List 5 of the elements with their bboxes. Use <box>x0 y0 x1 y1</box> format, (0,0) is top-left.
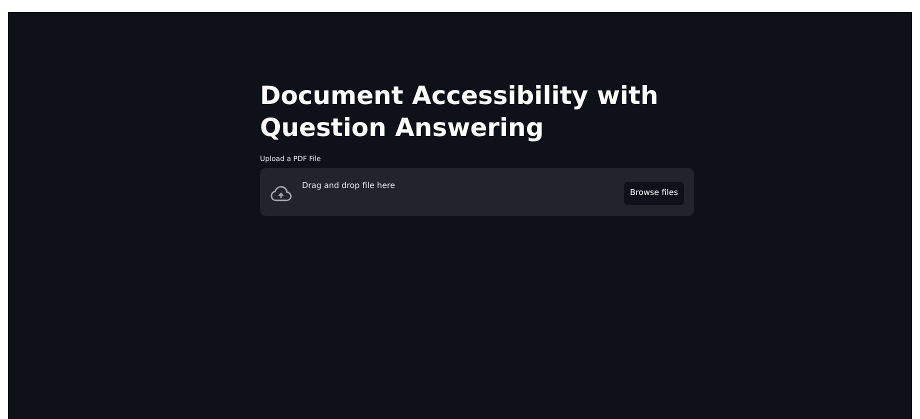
drop-instruction: Drag and drop file here <box>302 180 396 192</box>
file-dropzone[interactable]: Drag and drop file here Browse files <box>260 168 694 216</box>
page-title: Document Accessibility with Question Answering <box>260 80 660 144</box>
cloud-upload-icon <box>270 186 292 202</box>
browse-files-button[interactable]: Browse files <box>624 182 684 204</box>
